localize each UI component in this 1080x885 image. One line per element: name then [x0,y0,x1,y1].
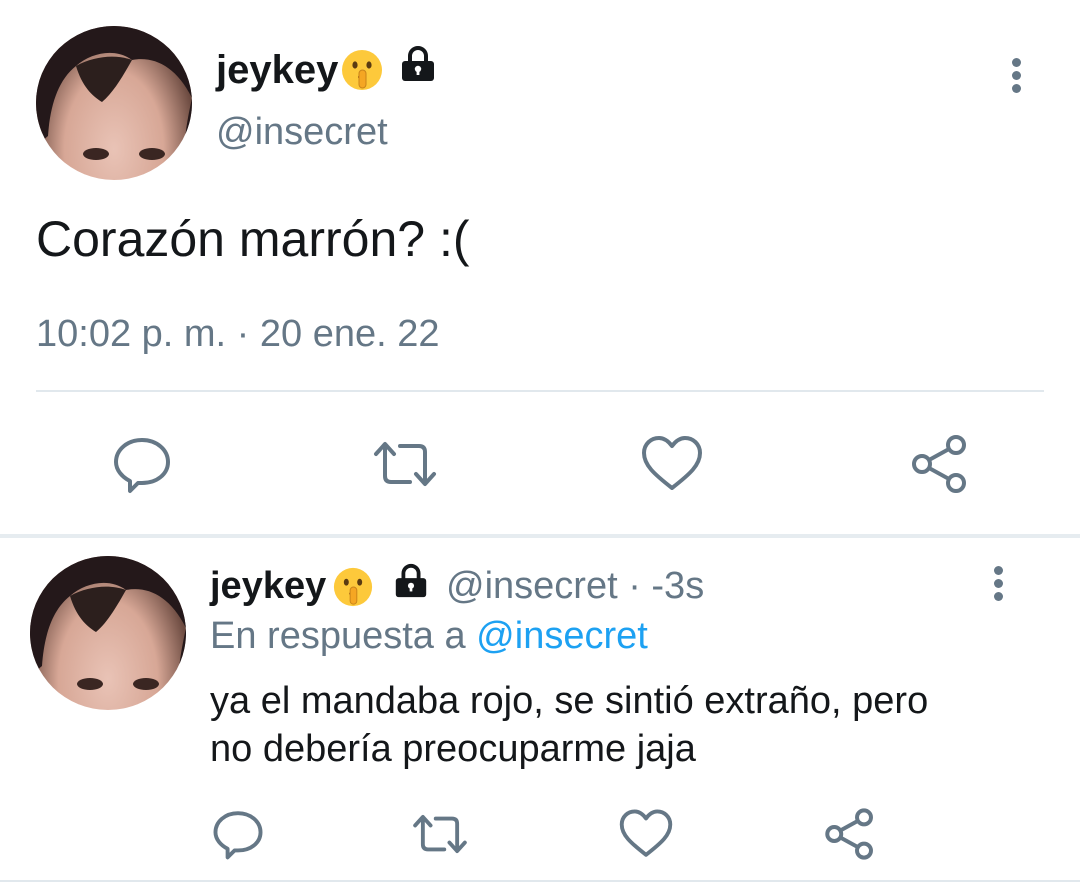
tweet-timestamp[interactable]: 10:02 p. m. · 20 ene. 22 [36,312,440,356]
shushing-face-emoji [332,566,374,608]
share-icon[interactable] [822,806,878,862]
reply-to-link[interactable]: @insecret [476,615,648,657]
reply-avatar[interactable] [30,556,186,710]
share-icon[interactable] [908,432,972,496]
user-handle[interactable]: @insecret [216,110,388,154]
reply-display-name[interactable]: jeykey [210,564,326,608]
bottom-divider [0,880,1080,882]
reply-handle-time[interactable]: @insecret · -3s [446,564,704,608]
reply-icon[interactable] [112,434,172,494]
more-options-icon[interactable] [1012,58,1021,94]
section-divider [0,534,1080,538]
retweet-icon[interactable] [370,434,440,494]
shushing-face-emoji [340,48,384,92]
divider [36,390,1044,392]
like-icon[interactable] [618,808,674,860]
like-icon[interactable] [640,434,704,494]
retweet-icon[interactable] [410,808,470,860]
tweet-text: Corazón marrón? :( [36,211,470,267]
reply-icon[interactable] [212,808,264,860]
avatar[interactable] [36,26,192,180]
lock-icon [392,562,430,600]
more-options-icon[interactable] [994,566,1003,602]
reply-context: En respuesta a @insecret [210,614,648,658]
lock-icon [398,44,438,84]
reply-text-line-2: no debería preocuparme jaja [210,728,696,770]
reply-text-line-1: ya el mandaba rojo, se sintió extraño, p… [210,680,929,722]
display-name[interactable]: jeykey [216,46,338,94]
reply-prefix: En respuesta a [210,615,466,657]
